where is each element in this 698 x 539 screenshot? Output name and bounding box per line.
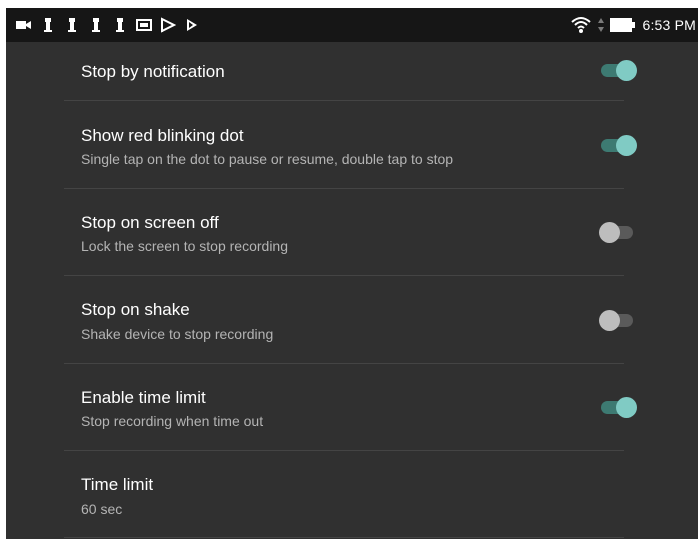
setting-subtitle: Single tap on the dot to pause or resume… bbox=[81, 151, 454, 167]
status-time: 6:53 PM bbox=[642, 17, 696, 33]
notification-icons bbox=[16, 17, 200, 33]
play-icon bbox=[187, 19, 197, 31]
toggle-thumb bbox=[599, 222, 620, 243]
figure-icon bbox=[92, 18, 100, 32]
setting-subtitle: Lock the screen to stop recording bbox=[81, 238, 289, 254]
toggle-switch[interactable] bbox=[599, 222, 637, 243]
status-right: 6:53 PM bbox=[570, 8, 698, 42]
setting-title: Time limit bbox=[81, 475, 154, 494]
figure-icon bbox=[116, 18, 124, 32]
toggle-switch[interactable] bbox=[599, 397, 637, 418]
setting-title: Enable time limit bbox=[81, 388, 206, 407]
setting-enable-time-limit[interactable]: Enable time limit Stop recording when ti… bbox=[64, 364, 637, 451]
setting-subtitle: 60 sec bbox=[81, 501, 123, 517]
settings-list: Stop by notification Show red blinking d… bbox=[64, 42, 637, 538]
toggle-thumb bbox=[616, 135, 637, 156]
screen: 6:53 PM Stop by notification Show red bl… bbox=[6, 8, 698, 539]
setting-stop-on-screen-off[interactable]: Stop on screen off Lock the screen to st… bbox=[64, 189, 633, 276]
setting-subtitle: Shake device to stop recording bbox=[81, 326, 274, 342]
toggle-switch[interactable] bbox=[599, 135, 637, 156]
setting-subtitle: Stop recording when time out bbox=[81, 413, 264, 429]
toggle-switch[interactable] bbox=[599, 60, 637, 81]
setting-stop-on-shake[interactable]: Stop on shake Shake device to stop recor… bbox=[64, 276, 633, 364]
status-bar: 6:53 PM bbox=[6, 8, 698, 42]
screen-icon bbox=[136, 19, 152, 31]
wifi-icon bbox=[571, 17, 592, 33]
setting-title: Show red blinking dot bbox=[81, 126, 244, 145]
battery-icon bbox=[610, 18, 636, 32]
figure-icon bbox=[68, 18, 76, 32]
toggle-thumb bbox=[616, 397, 637, 418]
setting-stop-by-notification[interactable]: Stop by notification bbox=[64, 42, 637, 101]
toggle-thumb bbox=[616, 60, 637, 81]
video-camera-icon bbox=[16, 21, 31, 29]
setting-show-red-blinking-dot[interactable]: Show red blinking dot Single tap on the … bbox=[64, 101, 637, 189]
data-arrows-icon bbox=[598, 18, 605, 32]
setting-time-limit[interactable]: Time limit 60 sec bbox=[64, 451, 624, 538]
toggle-thumb bbox=[599, 310, 620, 331]
setting-title: Stop on shake bbox=[81, 300, 190, 319]
setting-title: Stop on screen off bbox=[81, 213, 219, 232]
figure-icon bbox=[44, 18, 52, 32]
flag-icon bbox=[161, 17, 176, 33]
toggle-switch[interactable] bbox=[599, 310, 637, 331]
setting-title: Stop by notification bbox=[81, 62, 225, 81]
